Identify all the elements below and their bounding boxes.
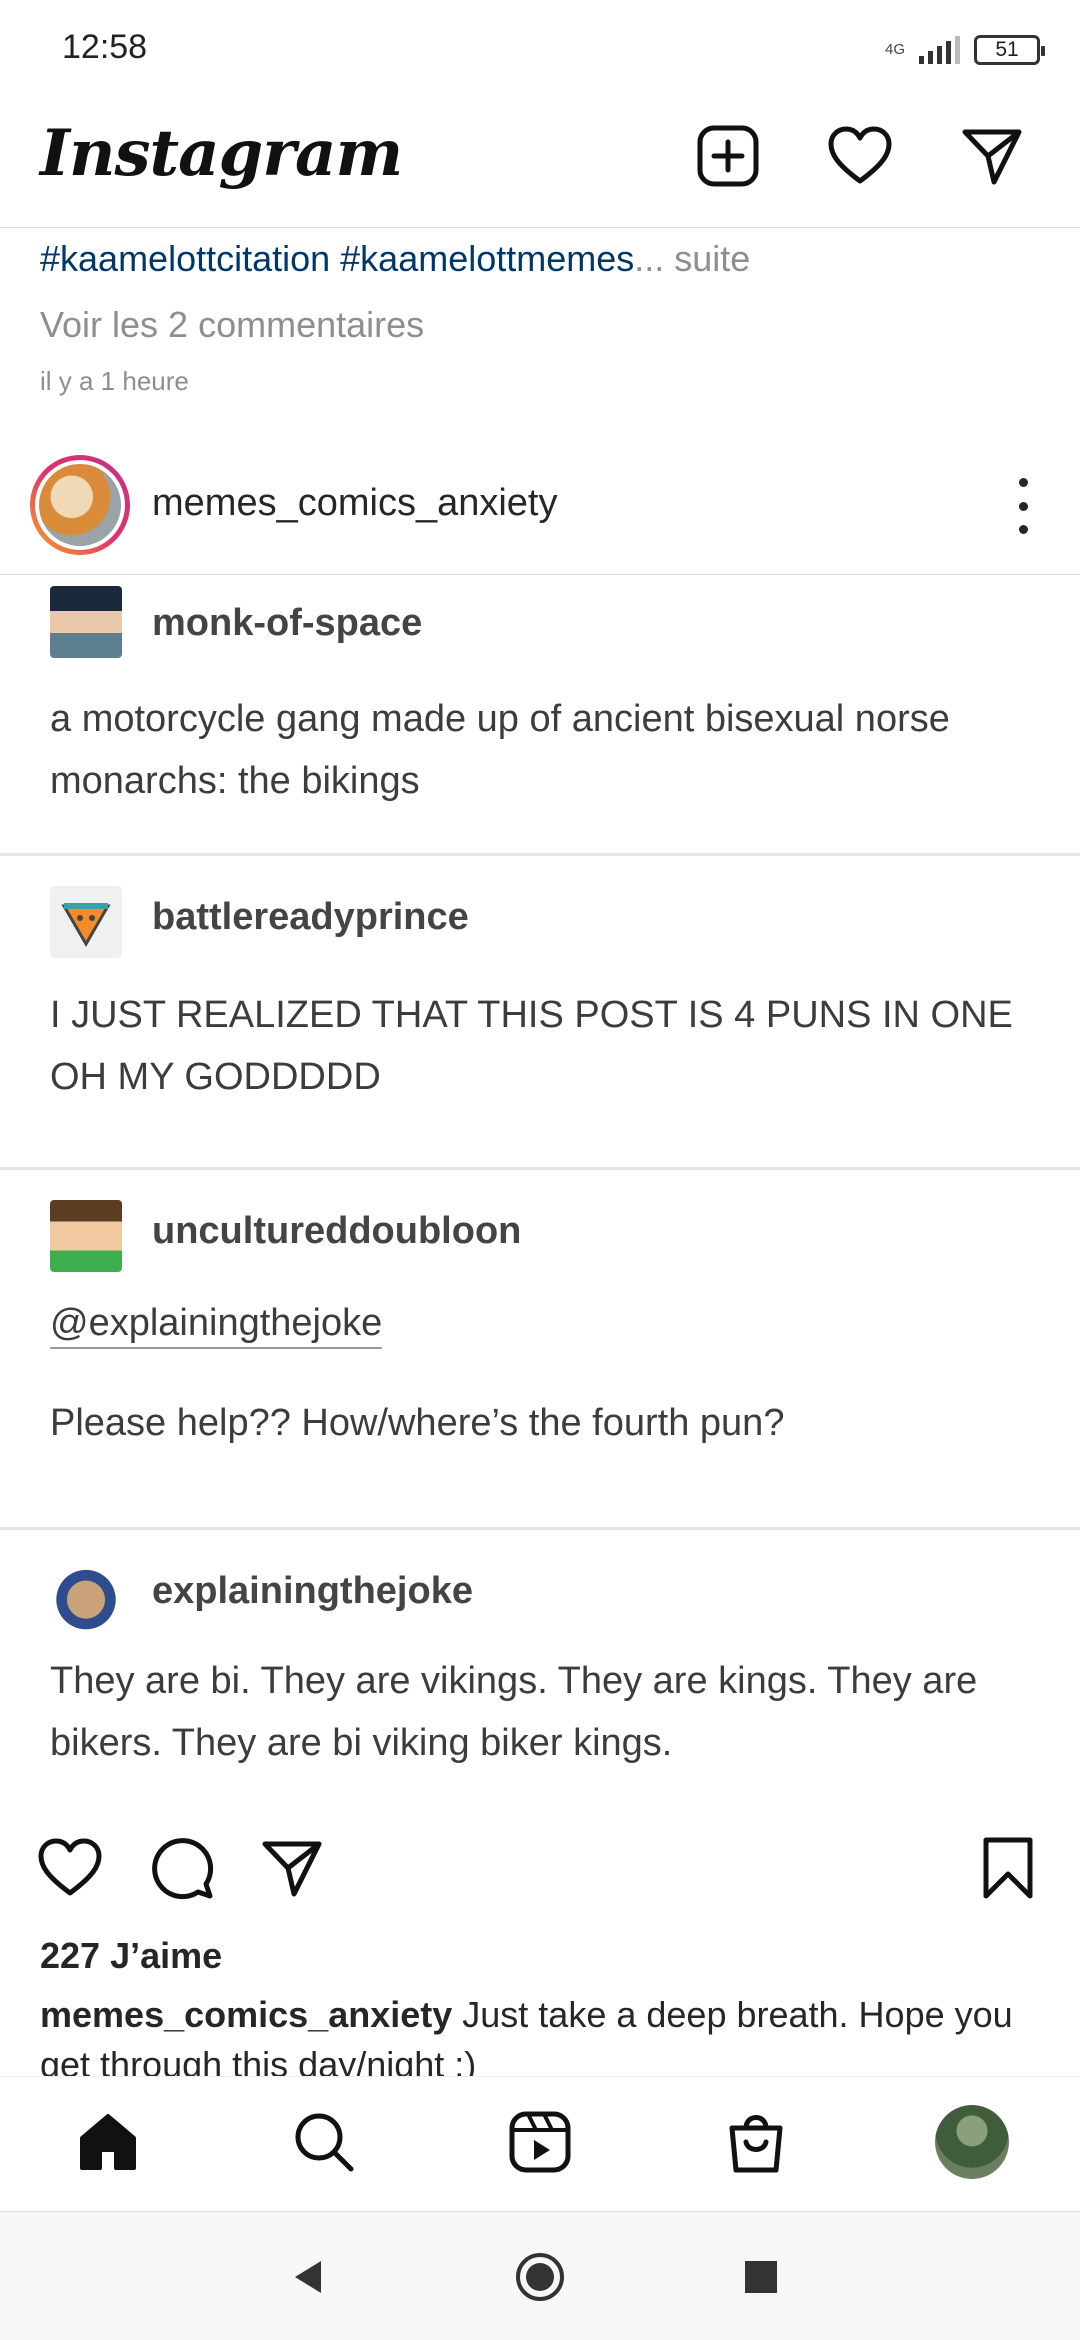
tumblr-username: battlereadyprince [152,896,469,938]
post-username[interactable]: memes_comics_anxiety [152,482,557,525]
tumblr-text: I JUST REALIZED THAT THIS POST IS 4 PUNS… [50,994,1013,1098]
post-caption: memes_comics_anxiety Just take a deep br… [40,1990,1050,2076]
status-bar: 12:58 4G 51 [0,0,1080,100]
signal-icon [919,36,960,64]
like-heart-icon[interactable] [32,1830,108,1906]
system-navigation [0,2211,1080,2340]
user-avatar [50,586,122,658]
post-actions [0,1830,1080,1910]
battery-level: 51 [995,38,1019,61]
heart-icon[interactable] [820,116,900,196]
home-icon[interactable] [68,2102,148,2182]
status-time: 12:58 [62,28,148,66]
post-timestamp: il y a 1 heure [40,366,189,396]
bookmark-icon[interactable] [970,1830,1046,1906]
user-avatar [50,1200,122,1272]
tumblr-username: uncultureddoubloon [152,1210,522,1252]
tumblr-reply: explainingthejoke They are bi. They are … [0,1530,1080,1806]
avatar [935,2105,1009,2179]
reels-icon[interactable] [500,2102,580,2182]
shop-icon[interactable] [716,2102,796,2182]
recents-icon[interactable] [726,2242,796,2312]
app-header: Instagram [0,100,1080,228]
battery-icon: 51 [974,35,1045,65]
caption-username[interactable]: memes_comics_anxiety [40,1994,452,2035]
comment-icon[interactable] [144,1830,220,1906]
post-header: memes_comics_anxiety [0,450,1080,575]
search-icon[interactable] [284,2102,364,2182]
add-post-icon[interactable] [688,116,768,196]
tumblr-text: Please help?? How/where’s the fourth pun… [50,1402,785,1444]
tumblr-username: monk-of-space [152,602,423,644]
status-indicators: 4G 51 [884,30,1045,70]
tumblr-reply: monk-of-space a motorcycle gang made up … [0,576,1080,856]
more-link[interactable]: ... suite [634,238,750,279]
bottom-navigation [0,2076,1080,2211]
view-comments-link[interactable]: Voir les 2 commentaires [40,304,424,346]
back-icon[interactable] [274,2242,344,2312]
share-icon[interactable] [254,1830,330,1906]
more-options-icon[interactable] [1008,478,1038,534]
tumblr-reply: battlereadyprince I JUST REALIZED THAT T… [0,856,1080,1170]
tumblr-reply: uncultureddoubloon @explainingthejoke Pl… [0,1170,1080,1530]
network-label: 4G [884,41,905,58]
post-image[interactable]: monk-of-space a motorcycle gang made up … [0,576,1080,1806]
user-avatar [50,886,122,958]
tumblr-text: a motorcycle gang made up of ancient bis… [50,698,950,802]
previous-post-hashtags[interactable]: #kaamelottcitation #kaamelottmemes... su… [40,238,750,280]
tumblr-username: explainingthejoke [152,1570,473,1612]
profile-avatar[interactable] [932,2102,1012,2182]
home-circle-icon[interactable] [505,2242,575,2312]
tumblr-text: They are bi. They are vikings. They are … [50,1660,978,1764]
hashtags[interactable]: #kaamelottcitation #kaamelottmemes [40,238,634,279]
like-count[interactable]: 227 J’aime [40,1935,222,1977]
avatar [39,464,121,546]
user-avatar [50,1560,122,1632]
pizza-icon [61,903,111,947]
tumblr-mention: @explainingthejoke [50,1302,383,1349]
story-avatar[interactable] [30,455,130,555]
instagram-logo[interactable]: Instagram [40,116,403,191]
direct-message-icon[interactable] [952,116,1032,196]
